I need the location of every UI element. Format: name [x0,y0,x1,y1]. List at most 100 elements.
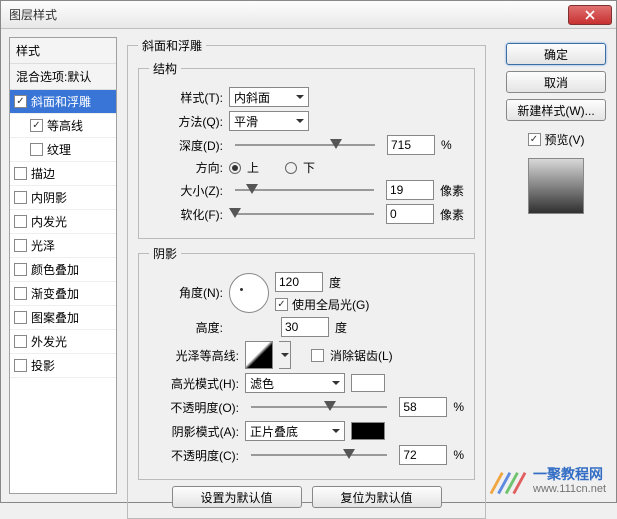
altitude-input[interactable]: 30 [281,317,329,337]
deg-unit: 度 [335,319,347,336]
size-label: 大小(Z): [149,182,223,199]
shadow-mode-select[interactable]: 正片叠底 [245,421,345,441]
gloss-contour-dropdown[interactable] [279,341,291,369]
altitude-label: 高度: [149,319,223,336]
global-light-checkbox[interactable]: ✓ [275,298,288,311]
sidebar-head-blend[interactable]: 混合选项:默认 [10,64,116,90]
sidebar-item-outer-glow[interactable]: 外发光 [10,330,116,354]
technique-label: 方法(Q): [149,113,223,130]
depth-label: 深度(D): [149,137,223,154]
depth-slider[interactable] [235,137,375,153]
direction-down-radio[interactable] [285,162,297,174]
shadow-opacity-label: 不透明度(C): [149,447,239,464]
titlebar[interactable]: 图层样式 [1,1,616,29]
sidebar-item-gradient-overlay[interactable]: 渐变叠加 [10,282,116,306]
close-icon [585,10,595,20]
highlight-opacity-input[interactable]: 58 [399,397,447,417]
checkbox-icon[interactable] [30,143,43,156]
pct-unit: % [453,400,464,414]
sidebar-item-contour[interactable]: ✓ 等高线 [10,114,116,138]
pct-unit: % [441,138,452,152]
checkbox-icon[interactable] [14,359,27,372]
sidebar-item-satin[interactable]: 光泽 [10,234,116,258]
sidebar-item-label: 内发光 [31,213,67,230]
bevel-legend: 斜面和浮雕 [138,37,206,54]
ok-button[interactable]: 确定 [506,43,606,65]
technique-select[interactable]: 平滑 [229,111,309,131]
checkbox-icon[interactable] [14,215,27,228]
soften-input[interactable]: 0 [386,204,434,224]
angle-input[interactable]: 120 [275,272,323,292]
cancel-button[interactable]: 取消 [506,71,606,93]
sidebar-item-bevel[interactable]: ✓ 斜面和浮雕 [10,90,116,114]
angle-dial[interactable] [229,273,269,313]
sidebar-item-label: 等高线 [47,117,83,134]
shadow-color-swatch[interactable] [351,422,385,440]
main-panel: 斜面和浮雕 结构 样式(T): 内斜面 方法(Q): 平滑 深度(D): 715 [117,37,496,494]
layer-style-dialog: 图层样式 样式 混合选项:默认 ✓ 斜面和浮雕 ✓ 等高线 纹理 描边 内阴影 内发… [0,0,617,503]
checkbox-icon[interactable] [14,167,27,180]
deg-unit: 度 [329,274,341,291]
bevel-group: 斜面和浮雕 结构 样式(T): 内斜面 方法(Q): 平滑 深度(D): 715 [127,37,486,519]
gloss-contour-picker[interactable] [245,341,273,369]
depth-input[interactable]: 715 [387,135,435,155]
size-slider[interactable] [235,182,374,198]
sidebar-item-label: 渐变叠加 [31,285,79,302]
highlight-opacity-slider[interactable] [251,399,387,415]
checkbox-icon[interactable] [14,311,27,324]
sidebar-item-label: 光泽 [31,237,55,254]
global-light-label: 使用全局光(G) [292,296,369,313]
sidebar-item-label: 内阴影 [31,189,67,206]
sidebar-item-label: 图案叠加 [31,309,79,326]
sidebar-item-color-overlay[interactable]: 颜色叠加 [10,258,116,282]
pct-unit: % [453,448,464,462]
style-label: 样式(T): [149,89,223,106]
reset-default-button[interactable]: 复位为默认值 [312,486,442,508]
sidebar-item-label: 纹理 [47,141,71,158]
size-input[interactable]: 19 [386,180,434,200]
highlight-opacity-label: 不透明度(O): [149,399,239,416]
px-unit: 像素 [440,206,464,223]
preview-checkbox[interactable]: ✓ [528,133,541,146]
highlight-color-swatch[interactable] [351,374,385,392]
direction-up-radio[interactable] [229,162,241,174]
sidebar-item-texture[interactable]: 纹理 [10,138,116,162]
checkbox-icon[interactable]: ✓ [30,119,43,132]
structure-group: 结构 样式(T): 内斜面 方法(Q): 平滑 深度(D): 715 % [138,60,475,239]
shadow-opacity-slider[interactable] [251,447,387,463]
sidebar-item-pattern-overlay[interactable]: 图案叠加 [10,306,116,330]
antialias-label: 消除锯齿(L) [330,347,393,364]
set-default-button[interactable]: 设置为默认值 [172,486,302,508]
checkbox-icon[interactable] [14,191,27,204]
shadow-mode-label: 阴影模式(A): [149,423,239,440]
soften-label: 软化(F): [149,206,223,223]
highlight-mode-label: 高光模式(H): [149,375,239,392]
sidebar-item-stroke[interactable]: 描边 [10,162,116,186]
sidebar-item-inner-shadow[interactable]: 内阴影 [10,186,116,210]
checkbox-icon[interactable] [14,335,27,348]
sidebar-item-drop-shadow[interactable]: 投影 [10,354,116,378]
angle-label: 角度(N): [149,284,223,301]
close-button[interactable] [568,5,612,25]
sidebar-item-inner-glow[interactable]: 内发光 [10,210,116,234]
direction-label: 方向: [149,159,223,176]
dialog-title: 图层样式 [9,6,568,23]
antialias-checkbox[interactable] [311,349,324,362]
checkbox-icon[interactable]: ✓ [14,95,27,108]
sidebar-item-label: 外发光 [31,333,67,350]
structure-legend: 结构 [149,60,181,77]
style-select[interactable]: 内斜面 [229,87,309,107]
style-sidebar: 样式 混合选项:默认 ✓斜面和浮雕 ✓等高线 纹理 描边 内阴影 内发光 光泽 … [9,37,117,494]
sidebar-item-label: 颜色叠加 [31,261,79,278]
sidebar-head-styles[interactable]: 样式 [10,38,116,64]
new-style-button[interactable]: 新建样式(W)... [506,99,606,121]
gloss-contour-label: 光泽等高线: [149,347,239,364]
checkbox-icon[interactable] [14,239,27,252]
soften-slider[interactable] [235,206,374,222]
sidebar-item-label: 斜面和浮雕 [31,93,91,110]
highlight-mode-select[interactable]: 滤色 [245,373,345,393]
preview-label: 预览(V) [545,131,585,148]
checkbox-icon[interactable] [14,263,27,276]
checkbox-icon[interactable] [14,287,27,300]
shadow-opacity-input[interactable]: 72 [399,445,447,465]
